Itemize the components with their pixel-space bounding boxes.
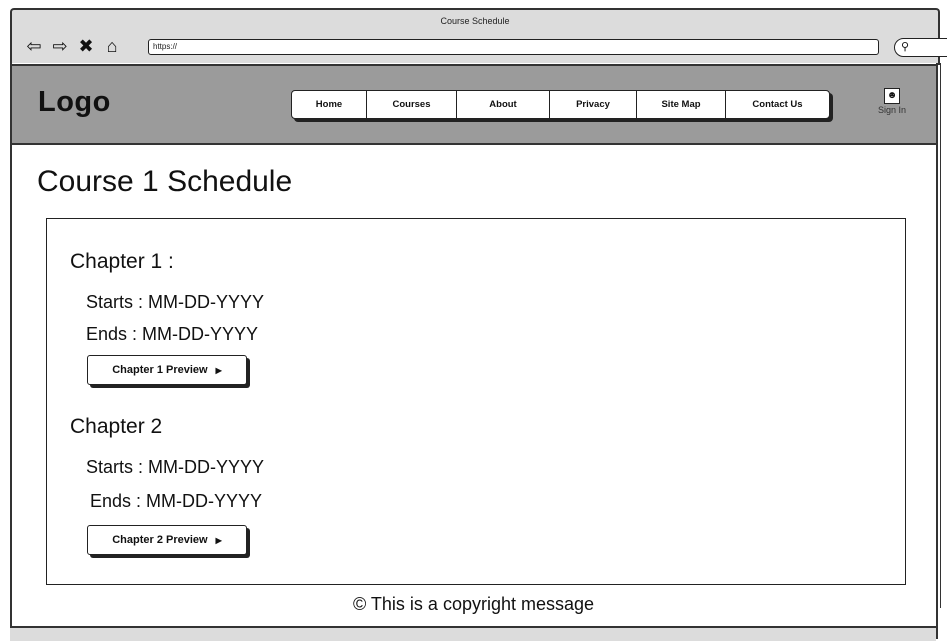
home-icon[interactable]: ⌂ — [102, 37, 122, 55]
sign-in-button[interactable]: ☻ Sign In — [870, 88, 914, 115]
chapter-2-preview-button[interactable]: Chapter 2 Preview ▶ — [87, 525, 247, 555]
back-arrow-icon[interactable]: ⇦ — [24, 37, 44, 55]
schedule-panel: Chapter 1 : Starts : MM-DD-YYYY Ends : M… — [46, 218, 906, 585]
chapter-1-preview-label: Chapter 1 Preview — [112, 364, 208, 376]
nav-tab-courses[interactable]: Courses — [367, 91, 457, 118]
chapter-2-start-date: Starts : MM-DD-YYYY — [86, 457, 265, 477]
chapter-2-heading: Chapter 2 — [70, 415, 163, 438]
user-icon: ☻ — [884, 88, 900, 104]
play-icon: ▶ — [215, 365, 222, 375]
browser-search-field[interactable]: ⚲ — [894, 38, 947, 57]
copyright-text: © This is a copyright message — [352, 594, 595, 614]
close-icon[interactable]: ✖ — [76, 37, 96, 55]
chapter-1-heading: Chapter 1 : — [70, 250, 174, 273]
sign-in-label: Sign In — [877, 105, 907, 115]
chapter-1-start-date: Starts : MM-DD-YYYY — [86, 292, 265, 312]
url-bar[interactable]: https:// — [148, 39, 879, 55]
nav-tab-home[interactable]: Home — [292, 91, 367, 118]
chapter-1-preview-button[interactable]: Chapter 1 Preview ▶ — [87, 355, 247, 385]
chapter-2-preview-label: Chapter 2 Preview — [112, 534, 208, 546]
browser-nav-icons: ⇦ ⇨ ✖ ⌂ — [24, 37, 122, 55]
nav-tab-privacy[interactable]: Privacy — [550, 91, 637, 118]
page-title: Course 1 Schedule — [37, 165, 293, 198]
nav-tab-about[interactable]: About — [457, 91, 550, 118]
window-title: Course Schedule — [440, 16, 510, 26]
chapter-2-end-date: Ends : MM-DD-YYYY — [90, 491, 263, 511]
nav-tab-contact-us[interactable]: Contact Us — [726, 91, 829, 118]
search-icon: ⚲ — [901, 41, 910, 53]
play-icon: ▶ — [215, 535, 222, 545]
site-logo[interactable]: Logo — [38, 86, 111, 119]
main-nav: Home Courses About Privacy Site Map Cont… — [291, 90, 830, 119]
browser-chrome: Course Schedule ⇦ ⇨ ✖ ⌂ https:// ⚲ — [10, 8, 947, 65]
chapter-1-end-date: Ends : MM-DD-YYYY — [86, 324, 259, 344]
site-header: Logo Home Courses About Privacy Site Map… — [10, 64, 938, 145]
forward-arrow-icon[interactable]: ⇨ — [50, 37, 70, 55]
window-edge — [940, 63, 946, 608]
nav-tab-site-map[interactable]: Site Map — [637, 91, 726, 118]
